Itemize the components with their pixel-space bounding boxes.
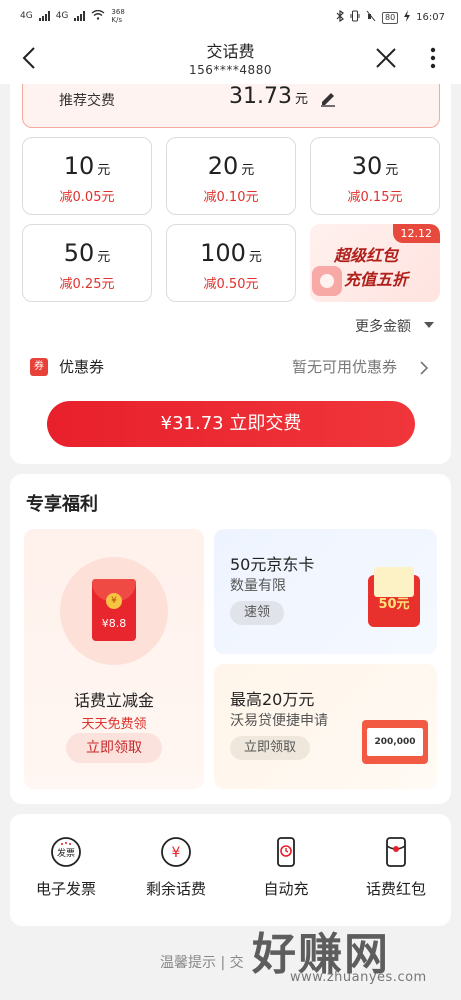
quick-claim-button[interactable]: 速领 bbox=[230, 601, 285, 625]
recommend-unit: 元 bbox=[294, 92, 308, 107]
more-vertical-icon bbox=[430, 47, 436, 69]
signal-icon-2 bbox=[74, 11, 86, 21]
invoice-icon: 发票 bbox=[50, 836, 82, 868]
network-type: 4G bbox=[20, 11, 33, 21]
coin-icon: ¥ bbox=[106, 593, 122, 609]
amount-option-20[interactable]: 20 元 减0.10元 bbox=[166, 137, 296, 215]
vibrate-icon bbox=[350, 10, 360, 25]
close-icon bbox=[376, 48, 396, 68]
shortcut-label: 话费红包 bbox=[365, 880, 426, 898]
shortcut-label: 电子发票 bbox=[35, 880, 96, 898]
amount-value: 30 元 bbox=[351, 152, 399, 180]
recommend-amount-value: 31.73 bbox=[229, 84, 292, 109]
recommend-label: 推荐交费 bbox=[59, 93, 115, 109]
close-button[interactable] bbox=[374, 46, 398, 70]
recharge-card: 推荐交费 31.73 元 10 元 减0.05元 20 元 减0.10元 30 元 减0… bbox=[10, 84, 451, 464]
yuan-icon: ¥ bbox=[160, 836, 192, 868]
status-left: 4G 4G 368 K/s bbox=[20, 8, 125, 24]
loan-title: 最高20万元 bbox=[230, 690, 315, 709]
status-right: 80 16:07 bbox=[336, 9, 445, 25]
shortcut-label: 剩余话费 bbox=[145, 880, 206, 898]
shortcut-balance[interactable]: ¥ 剩余话费 bbox=[126, 836, 226, 899]
benefit-left-subtitle: 天天免费领 bbox=[81, 717, 147, 732]
promo-logo-icon bbox=[310, 264, 344, 298]
watermark-logo: 好赚网 www.zhuanyes.com bbox=[252, 918, 452, 992]
benefit-loan[interactable]: 最高20万元 沃易贷便捷申请 立即领取 200,000 bbox=[214, 664, 437, 789]
pay-now-button[interactable]: ¥31.73 立即交费 bbox=[47, 401, 415, 447]
loan-subtitle: 沃易贷便捷申请 bbox=[230, 713, 328, 729]
amount-discount: 减0.50元 bbox=[203, 277, 259, 292]
benefits-card: 专享福利 ¥ ¥8.8 话费立减金 天天免费领 立即领取 50元京东卡 数量有限… bbox=[10, 474, 451, 804]
shortcut-red-envelope[interactable]: 话费红包 bbox=[346, 836, 446, 899]
red-envelope-icon: ¥ ¥8.8 bbox=[92, 579, 136, 641]
amount-discount: 减0.25元 bbox=[59, 277, 115, 292]
benefits-title: 专享福利 bbox=[26, 494, 98, 515]
loan-amount-icon: 200,000 bbox=[362, 720, 428, 764]
amount-option-50[interactable]: 50 元 减0.25元 bbox=[22, 224, 152, 302]
mute-icon bbox=[366, 10, 376, 25]
benefit-left-title: 话费立减金 bbox=[73, 691, 154, 710]
amount-option-10[interactable]: 10 元 减0.05元 bbox=[22, 137, 152, 215]
amount-discount: 减0.05元 bbox=[59, 190, 115, 205]
recommended-amount-box[interactable]: 推荐交费 31.73 元 bbox=[22, 84, 440, 128]
benefit-discount-gold[interactable]: ¥ ¥8.8 话费立减金 天天免费领 立即领取 bbox=[24, 529, 204, 789]
more-amount-toggle[interactable]: 更多金额 bbox=[355, 316, 411, 336]
status-bar: 4G 4G 368 K/s 80 16:07 bbox=[0, 0, 461, 34]
net-speed: 368 K/s bbox=[111, 8, 125, 24]
amount-discount: 减0.15元 bbox=[347, 190, 403, 205]
benefit-jd-card[interactable]: 50元京东卡 数量有限 速领 50元 bbox=[214, 529, 437, 654]
gift-card-value: 50元 bbox=[378, 597, 410, 612]
amount-value: 50 元 bbox=[63, 239, 111, 267]
coupon-status[interactable]: 暂无可用优惠券 bbox=[292, 356, 397, 377]
red-envelope-icon bbox=[380, 836, 412, 868]
shortcut-invoice[interactable]: 发票 电子发票 bbox=[16, 836, 116, 899]
amount-option-30[interactable]: 30 元 减0.15元 bbox=[310, 137, 440, 215]
loan-amount-value: 200,000 bbox=[367, 728, 423, 756]
gift-card-icon: 50元 bbox=[368, 567, 420, 627]
shortcut-auto-recharge[interactable]: 自动充 bbox=[236, 836, 336, 899]
battery-icon: 80 bbox=[381, 11, 399, 24]
svg-text:¥: ¥ bbox=[172, 845, 181, 861]
nav-bar: 交话费 156****4880 bbox=[0, 34, 461, 84]
envelope-value: ¥8.8 bbox=[101, 617, 127, 630]
network-type-2: 4G bbox=[55, 11, 69, 21]
amount-value: 100 元 bbox=[200, 239, 262, 267]
caret-down-icon bbox=[424, 322, 434, 328]
recommend-amount: 31.73 元 bbox=[229, 84, 308, 109]
loan-claim-button[interactable]: 立即领取 bbox=[230, 736, 311, 760]
amount-discount: 减0.10元 bbox=[203, 190, 259, 205]
coupon-icon: 券 bbox=[30, 358, 48, 376]
edit-icon[interactable] bbox=[319, 89, 337, 107]
claim-now-button[interactable]: 立即领取 bbox=[66, 733, 162, 763]
amount-value: 10 元 bbox=[63, 152, 111, 180]
svg-text:发票: 发票 bbox=[57, 847, 75, 859]
watermark-url: www.zhuanyes.com bbox=[290, 970, 427, 985]
more-menu-button[interactable] bbox=[423, 46, 443, 70]
jd-card-title: 50元京东卡 bbox=[230, 555, 315, 574]
clock: 16:07 bbox=[416, 12, 445, 23]
promo-line-1: 超级红包 bbox=[334, 246, 399, 265]
shortcut-label: 自动充 bbox=[263, 880, 309, 898]
shortcuts-card: 发票 电子发票 ¥ 剩余话费 自动充 话费红包 bbox=[10, 814, 451, 926]
jd-card-subtitle: 数量有限 bbox=[230, 578, 286, 594]
promo-line-2: 充值五折 bbox=[344, 270, 409, 289]
amount-option-100[interactable]: 100 元 减0.50元 bbox=[166, 224, 296, 302]
auto-recharge-icon bbox=[270, 836, 302, 868]
promo-badge: 12.12 bbox=[392, 224, 440, 243]
promo-red-envelope-card[interactable]: 12.12 超级红包 充值五折 bbox=[310, 224, 440, 302]
amount-value: 20 元 bbox=[207, 152, 255, 180]
charging-icon bbox=[404, 10, 411, 25]
bluetooth-icon bbox=[336, 9, 344, 25]
chevron-right-icon[interactable] bbox=[418, 360, 430, 375]
signal-icon bbox=[38, 11, 50, 21]
tip-text[interactable]: 温馨提示 | 交 bbox=[160, 952, 244, 972]
wifi-icon bbox=[91, 9, 105, 23]
coupon-label: 优惠券 bbox=[59, 358, 105, 376]
